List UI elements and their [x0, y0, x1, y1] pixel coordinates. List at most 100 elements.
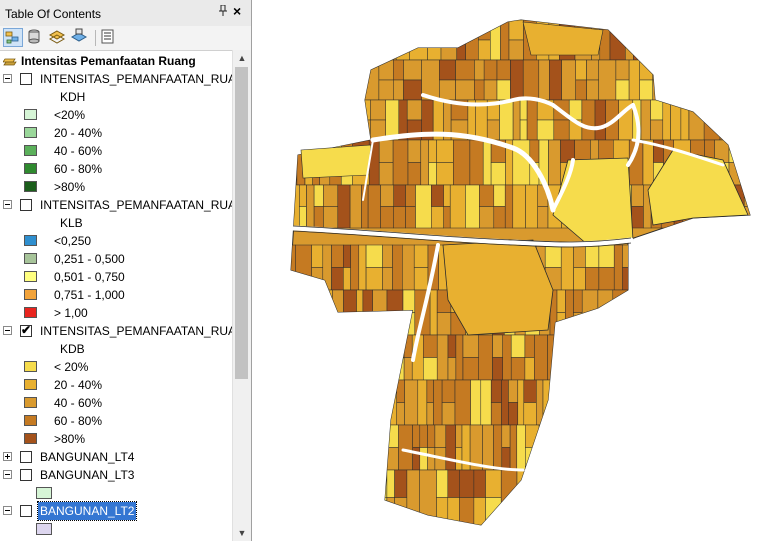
collapse-toggle[interactable] — [3, 506, 12, 515]
parcel — [437, 163, 454, 186]
parcel — [448, 358, 456, 381]
parcel — [427, 403, 434, 426]
parcel — [716, 60, 727, 80]
expand-toggle[interactable] — [3, 452, 12, 461]
map-canvas[interactable] — [253, 0, 771, 541]
parcel — [375, 498, 387, 526]
parcel — [423, 335, 437, 358]
parcel — [497, 80, 510, 100]
layer-visibility-checkbox[interactable] — [20, 199, 32, 211]
parcel — [283, 140, 297, 185]
layer-row-kdb[interactable]: ✔ INTENSITAS_PEMANFAATAN_RUAN — [0, 322, 232, 340]
parcel — [728, 80, 743, 100]
parcel — [283, 290, 298, 313]
list-by-drawing-order-icon[interactable] — [3, 28, 23, 47]
parcel — [292, 470, 305, 525]
legend-label: 20 - 40% — [54, 376, 102, 394]
parcel — [331, 403, 345, 426]
collapse-toggle[interactable] — [3, 470, 12, 479]
parcel — [598, 313, 613, 336]
parcel — [720, 290, 728, 335]
layer-visibility-checkbox[interactable]: ✔ — [20, 325, 32, 337]
parcel — [387, 290, 403, 335]
list-by-visibility-icon[interactable] — [48, 28, 68, 47]
collapse-toggle[interactable] — [3, 200, 12, 209]
parcel — [743, 403, 758, 426]
close-icon[interactable]: × — [233, 3, 241, 19]
layer-row-bangunan-lt4[interactable]: BANGUNAN_LT4 — [0, 448, 232, 466]
parcel — [564, 470, 573, 498]
parcel — [395, 470, 407, 498]
parcel — [502, 448, 510, 471]
parcel — [528, 498, 544, 526]
parcel — [293, 425, 302, 470]
toc-title: Table Of Contents — [5, 7, 101, 21]
parcel — [757, 100, 768, 140]
parcel — [368, 425, 375, 448]
options-icon[interactable] — [99, 28, 119, 47]
layer-row-klb[interactable]: INTENSITAS_PEMANFAATAN_RUAN — [0, 196, 232, 214]
parcel — [444, 207, 451, 229]
parcel — [483, 425, 494, 470]
scroll-up-icon[interactable]: ▲ — [233, 50, 251, 66]
toc-scrollbar[interactable]: ▲ ▼ — [232, 50, 251, 541]
scroll-thumb[interactable] — [235, 67, 248, 379]
list-by-source-icon[interactable] — [26, 28, 46, 47]
parcel — [717, 448, 727, 471]
parcel — [441, 20, 457, 60]
parcel — [383, 245, 393, 268]
parcel — [643, 140, 653, 185]
scroll-down-icon[interactable]: ▼ — [233, 525, 251, 541]
parcel — [596, 425, 608, 448]
parcel — [666, 425, 676, 448]
parcel — [704, 425, 718, 470]
parcel — [622, 470, 632, 525]
parcel — [397, 403, 405, 426]
parcel — [545, 245, 561, 268]
collapse-toggle[interactable] — [3, 74, 12, 83]
map-view[interactable] — [253, 0, 771, 541]
parcel — [582, 470, 598, 498]
parcel — [302, 60, 311, 80]
layer-name: INTENSITAS_PEMANFAATAN_RUAN — [40, 196, 232, 214]
layer-row-bangunan-lt2[interactable]: BANGUNAN_LT2 — [0, 502, 232, 520]
parcel — [479, 335, 493, 380]
pin-icon[interactable] — [218, 5, 228, 20]
parcel — [353, 425, 360, 448]
parcel — [413, 425, 420, 448]
parcel — [341, 120, 358, 140]
parcel — [720, 100, 732, 140]
parcel — [471, 380, 481, 425]
legend-swatch — [24, 271, 37, 282]
parcel — [753, 470, 767, 525]
parcel — [534, 335, 547, 380]
layer-visibility-checkbox[interactable] — [20, 73, 32, 85]
parcel — [571, 448, 586, 471]
parcel — [328, 100, 341, 140]
parcel — [581, 403, 594, 426]
collapse-toggle[interactable] — [3, 326, 12, 335]
parcel — [508, 380, 517, 403]
parcel — [722, 380, 731, 425]
parcel — [647, 245, 655, 268]
parcel — [283, 185, 291, 228]
parcel — [610, 470, 622, 498]
list-by-selection-icon[interactable] — [70, 28, 90, 47]
layer-row-bangunan-lt3[interactable]: BANGUNAN_LT3 — [0, 466, 232, 484]
parcel — [324, 60, 336, 100]
layer-row-kdh[interactable]: INTENSITAS_PEMANFAATAN_RUAN — [0, 70, 232, 88]
parcel — [692, 80, 702, 100]
parcel — [395, 498, 407, 526]
parcel — [577, 335, 591, 358]
legend-swatch — [24, 307, 37, 318]
layer-visibility-checkbox[interactable] — [20, 451, 32, 463]
parcel — [353, 448, 360, 471]
parcel — [366, 268, 383, 291]
layer-visibility-checkbox[interactable] — [20, 505, 32, 517]
parcel — [450, 185, 465, 228]
parcel — [743, 80, 762, 100]
parcel — [701, 380, 711, 425]
legend-class: 20 - 40% — [0, 376, 232, 394]
layer-visibility-checkbox[interactable] — [20, 469, 32, 481]
parcel — [689, 380, 701, 425]
